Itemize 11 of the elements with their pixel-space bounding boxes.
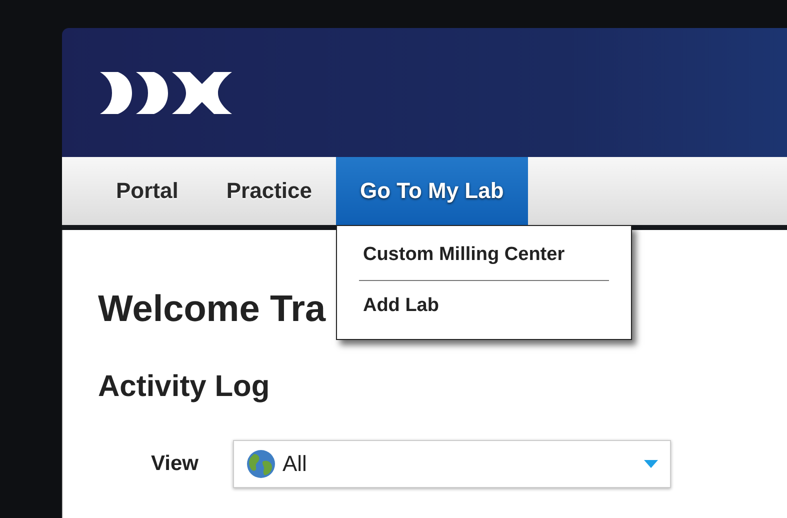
nav-tab[interactable]: Go To My Lab: [336, 157, 528, 225]
caret-icon: [644, 460, 658, 468]
globe-icon: [246, 449, 276, 479]
section-title: Activity Log: [98, 370, 270, 404]
view-select[interactable]: All: [233, 440, 672, 488]
nav-tab[interactable]: Portal: [92, 157, 202, 225]
view-label: View: [151, 452, 198, 476]
menu-item[interactable]: Custom Milling Center: [358, 232, 609, 278]
nav-tab[interactable]: Practice: [202, 157, 336, 225]
menu-item[interactable]: Add Lab: [358, 283, 609, 329]
page-title: Welcome Tra: [98, 288, 326, 330]
